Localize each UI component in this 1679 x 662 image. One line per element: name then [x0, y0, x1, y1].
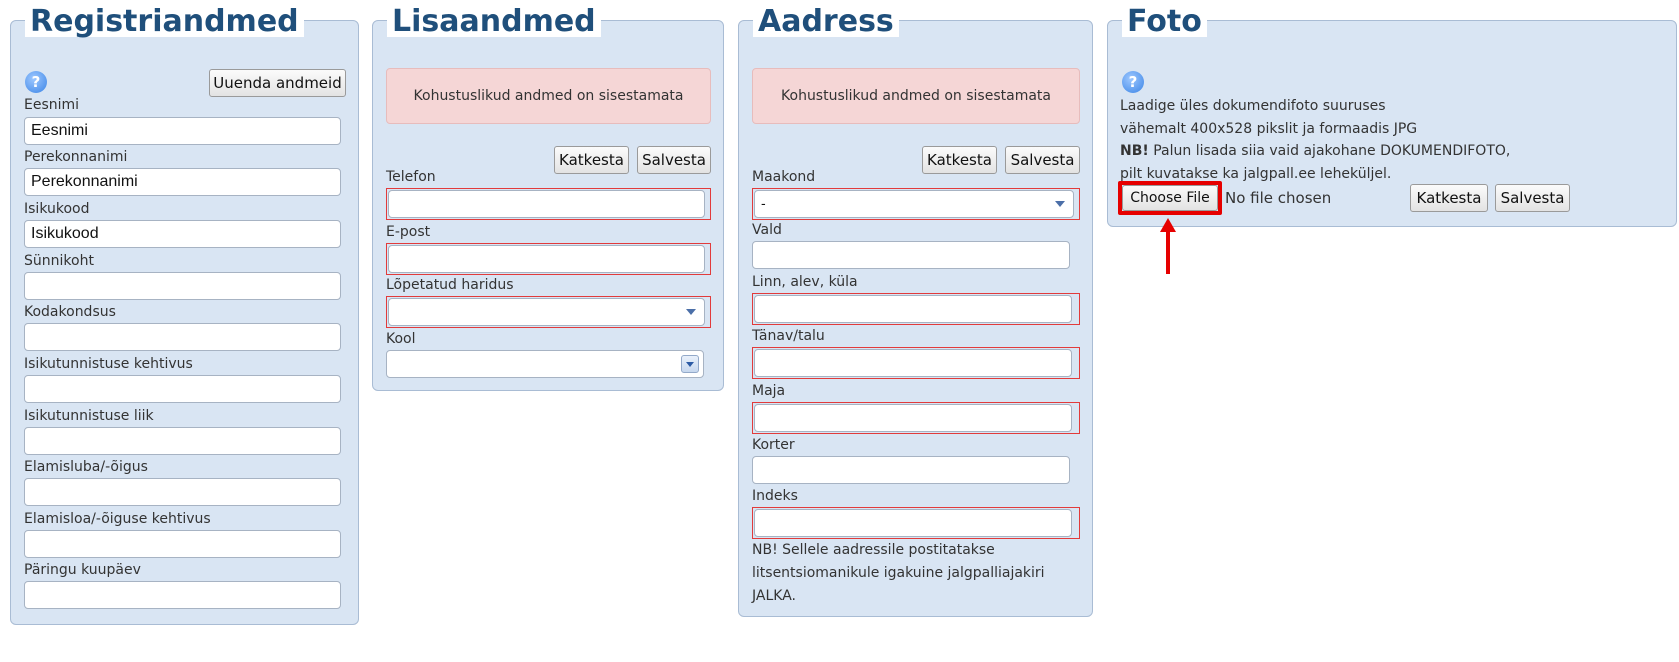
- lisaandmed-title: Lisaandmed: [387, 7, 601, 37]
- cancel-button[interactable]: Katkesta: [922, 146, 997, 174]
- choose-file-highlight: [1118, 181, 1222, 215]
- registriandmed-title: Registriandmed: [25, 7, 304, 37]
- chevron-down-icon: [686, 309, 696, 315]
- address-note-line2: litsentsiomanikule igakuine jalgpalliaja…: [752, 565, 1045, 604]
- input-epost[interactable]: [388, 245, 705, 273]
- input-synnikoht[interactable]: [24, 272, 341, 300]
- input-tanav[interactable]: [754, 349, 1072, 377]
- label-elamisloa-kehtivus: Elamisloa/-õiguse kehtivus: [24, 511, 211, 527]
- address-note-line1: NB! Sellele aadressile postitatakse: [752, 542, 995, 558]
- label-kool: Kool: [386, 331, 416, 347]
- select-haridus[interactable]: [388, 298, 705, 326]
- label-epost: E-post: [386, 224, 431, 240]
- input-isikutunnistuse-kehtivus[interactable]: [24, 375, 341, 403]
- label-kodakondsus: Kodakondsus: [24, 304, 116, 320]
- label-elamisluba: Elamisluba/-õigus: [24, 459, 148, 475]
- input-perekonnanimi[interactable]: Perekonnanimi: [24, 168, 341, 196]
- input-maja[interactable]: [754, 404, 1072, 432]
- input-isikukood[interactable]: Isikukood: [24, 220, 341, 248]
- registriandmed-panel: Registriandmed ? Uuenda andmeid Eesnimi …: [10, 7, 359, 625]
- nb-label: NB!: [1120, 143, 1149, 159]
- label-vald: Vald: [752, 222, 782, 238]
- foto-info-line3: NB! Palun lisada siia vaid ajakohane DOK…: [1120, 140, 1510, 163]
- label-isikutunnistuse-kehtivus: Isikutunnistuse kehtivus: [24, 356, 193, 372]
- no-file-chosen-text: No file chosen: [1225, 189, 1332, 207]
- input-vald[interactable]: [752, 241, 1070, 269]
- label-maakond: Maakond: [752, 169, 816, 185]
- select-maakond-value: -: [761, 195, 766, 211]
- input-kodakondsus[interactable]: [24, 323, 341, 351]
- foto-info-line3-text: Palun lisada siia vaid ajakohane DOKUMEN…: [1148, 143, 1511, 159]
- cancel-button[interactable]: Katkesta: [554, 146, 629, 174]
- save-button[interactable]: Salvesta: [637, 146, 711, 174]
- label-perekonnanimi: Perekonnanimi: [24, 149, 128, 165]
- label-synnikoht: Sünnikoht: [24, 253, 94, 269]
- label-isikutunnistuse-liik: Isikutunnistuse liik: [24, 408, 154, 424]
- cancel-button[interactable]: Katkesta: [1410, 184, 1488, 212]
- label-korter: Korter: [752, 437, 795, 453]
- label-tanav: Tänav/talu: [752, 328, 825, 344]
- label-eesnimi: Eesnimi: [24, 97, 80, 113]
- input-elamisloa-kehtivus[interactable]: [24, 530, 341, 558]
- label-isikukood: Isikukood: [24, 201, 90, 217]
- input-eesnimi[interactable]: Eesnimi: [24, 117, 341, 145]
- save-button[interactable]: Salvesta: [1005, 146, 1080, 174]
- label-haridus: Lõpetatud haridus: [386, 277, 514, 293]
- label-indeks: Indeks: [752, 488, 798, 504]
- help-icon[interactable]: ?: [25, 71, 47, 93]
- required-data-alert: Kohustuslikud andmed on sisestamata: [752, 68, 1080, 124]
- foto-info-line2: vähemalt 400x528 pikslit ja formaadis JP…: [1120, 121, 1418, 137]
- label-telefon: Telefon: [386, 169, 436, 185]
- dropdown-arrow-icon[interactable]: [681, 355, 699, 373]
- aadress-panel: Aadress Kohustuslikud andmed on sisestam…: [738, 7, 1093, 617]
- input-telefon[interactable]: [388, 190, 705, 218]
- select-kool[interactable]: [386, 350, 704, 378]
- input-isikutunnistuse-liik[interactable]: [24, 427, 341, 455]
- chevron-down-icon: [1055, 201, 1065, 207]
- select-maakond[interactable]: -: [754, 190, 1074, 218]
- input-korter[interactable]: [752, 456, 1070, 484]
- input-paringu-kuupaev[interactable]: [24, 581, 341, 609]
- label-linn: Linn, alev, küla: [752, 274, 858, 290]
- label-paringu-kuupaev: Päringu kuupäev: [24, 562, 141, 578]
- foto-info-line1: Laadige üles dokumendifoto suuruses: [1120, 98, 1386, 114]
- label-maja: Maja: [752, 383, 786, 399]
- save-button[interactable]: Salvesta: [1495, 184, 1570, 212]
- foto-title: Foto: [1122, 7, 1207, 37]
- red-arrow-icon: [1160, 218, 1176, 274]
- help-icon[interactable]: ?: [1122, 71, 1144, 93]
- update-data-button[interactable]: Uuenda andmeid: [209, 69, 346, 97]
- input-linn[interactable]: [754, 295, 1072, 323]
- aadress-title: Aadress: [753, 7, 899, 37]
- input-elamisluba[interactable]: [24, 478, 341, 506]
- input-indeks[interactable]: [754, 509, 1072, 537]
- foto-panel: Foto ? Laadige üles dokumendifoto suurus…: [1107, 7, 1677, 227]
- required-data-alert: Kohustuslikud andmed on sisestamata: [386, 68, 711, 124]
- lisaandmed-panel: Lisaandmed Kohustuslikud andmed on sises…: [372, 7, 724, 391]
